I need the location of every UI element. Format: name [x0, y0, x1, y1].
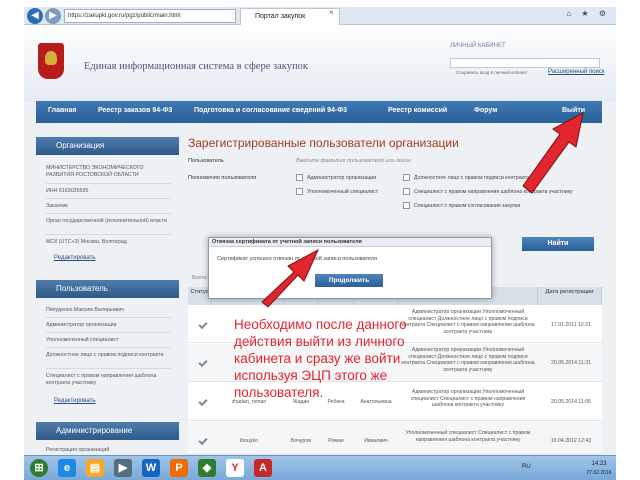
clock-time[interactable]: 14:23	[586, 461, 612, 467]
start-icon[interactable]: ⊞	[30, 459, 48, 477]
arrow-to-continue-icon	[261, 248, 320, 308]
arrow-to-logout-icon	[522, 112, 584, 194]
ie-icon[interactable]: e	[58, 459, 76, 477]
yandex-icon[interactable]: Y	[226, 459, 244, 477]
program-icon[interactable]: ◆	[198, 459, 216, 477]
explorer-icon[interactable]: ▤	[86, 459, 104, 477]
keyboard-language[interactable]: RU	[522, 464, 531, 470]
word-icon[interactable]: W	[142, 459, 160, 477]
powerpoint-icon[interactable]: P	[170, 459, 188, 477]
media-icon[interactable]: ▶	[114, 459, 132, 477]
taskbar: ⊞ e ▤ ▶ W P ◆ Y A RU 14:23 27.02.2016	[24, 455, 616, 480]
clock-date[interactable]: 27.02.2016	[584, 470, 614, 476]
pdf-icon[interactable]: A	[254, 459, 272, 477]
annotation-arrows	[261, 112, 584, 308]
instruction-note: Необходимо после данного действия выйти …	[234, 317, 407, 400]
screen: ◀ ▶ https://zakupki.gov.ru/pgz/public/ma…	[0, 0, 640, 480]
